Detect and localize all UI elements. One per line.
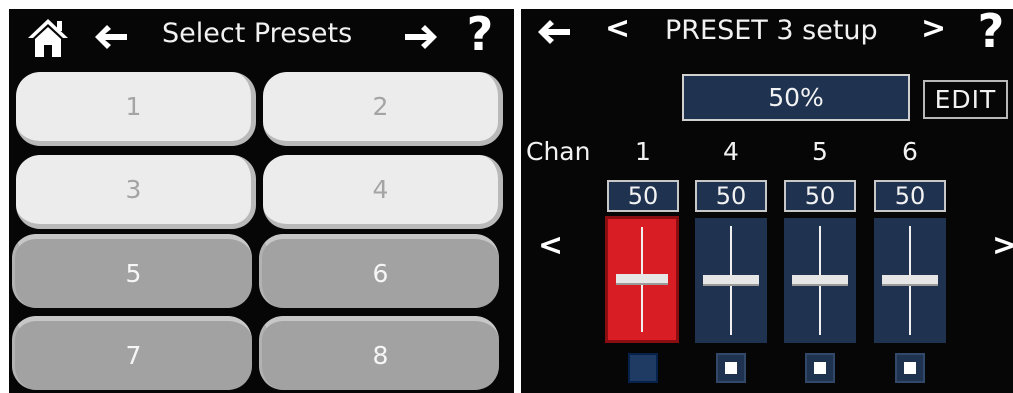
channel-number: 4 (723, 137, 739, 166)
channel-number: 6 (902, 137, 918, 166)
preset-button-1[interactable]: 1 (16, 72, 256, 146)
channel-value[interactable]: 50 (874, 180, 946, 212)
preset-button-4[interactable]: 4 (263, 155, 503, 229)
preset-button-2[interactable]: 2 (263, 72, 503, 146)
page-title: PRESET 3 setup (665, 15, 878, 46)
channel-select-checkbox[interactable] (895, 353, 925, 383)
help-button[interactable]: ? (463, 11, 497, 57)
page-title: Select Presets (162, 18, 353, 49)
channel-fader[interactable] (784, 218, 856, 343)
preset-button-5[interactable]: 5 (12, 234, 252, 308)
channel-select-checkbox[interactable] (716, 353, 746, 383)
home-icon[interactable] (27, 17, 69, 59)
fader-handle[interactable] (703, 275, 759, 286)
scroll-channels-left-button[interactable]: < (538, 231, 563, 261)
fader-handle[interactable] (616, 274, 668, 285)
preset-button-8[interactable]: 8 (259, 316, 499, 390)
help-button[interactable]: ? (973, 9, 1009, 54)
arrow-left-icon[interactable] (538, 20, 570, 44)
scroll-channels-right-button[interactable]: > (992, 231, 1013, 261)
channel-fader[interactable] (874, 218, 946, 343)
edit-button[interactable]: EDIT (923, 80, 1008, 119)
preset-button-7[interactable]: 7 (12, 316, 252, 390)
channel-fader[interactable] (605, 216, 679, 343)
previous-preset-button[interactable]: < (605, 14, 630, 44)
preset-button-3[interactable]: 3 (16, 155, 256, 229)
checkmark-icon (725, 362, 737, 374)
channel-number: 1 (635, 137, 651, 166)
select-presets-screen: Select Presets ? 1 2 3 4 5 6 7 8 (9, 9, 514, 393)
channel-value[interactable]: 50 (607, 180, 679, 212)
chan-label: Chan (526, 137, 591, 166)
arrow-left-icon[interactable] (95, 25, 127, 49)
level-display: 50% (682, 74, 910, 121)
next-preset-button[interactable]: > (921, 14, 946, 44)
channel-select-checkbox[interactable] (628, 353, 658, 383)
preset-setup-screen: < PRESET 3 setup > ? 50% EDIT Chan 1 4 5… (521, 9, 1013, 393)
channel-select-checkbox[interactable] (805, 353, 835, 383)
checkmark-icon (814, 362, 826, 374)
channel-value[interactable]: 50 (784, 180, 856, 212)
channel-fader[interactable] (695, 218, 767, 343)
checkmark-icon (904, 362, 916, 374)
fader-handle[interactable] (792, 275, 848, 286)
channel-value[interactable]: 50 (695, 180, 767, 212)
fader-handle[interactable] (882, 275, 938, 286)
preset-button-6[interactable]: 6 (259, 234, 499, 308)
channel-number: 5 (812, 137, 828, 166)
arrow-right-icon[interactable] (405, 25, 437, 49)
